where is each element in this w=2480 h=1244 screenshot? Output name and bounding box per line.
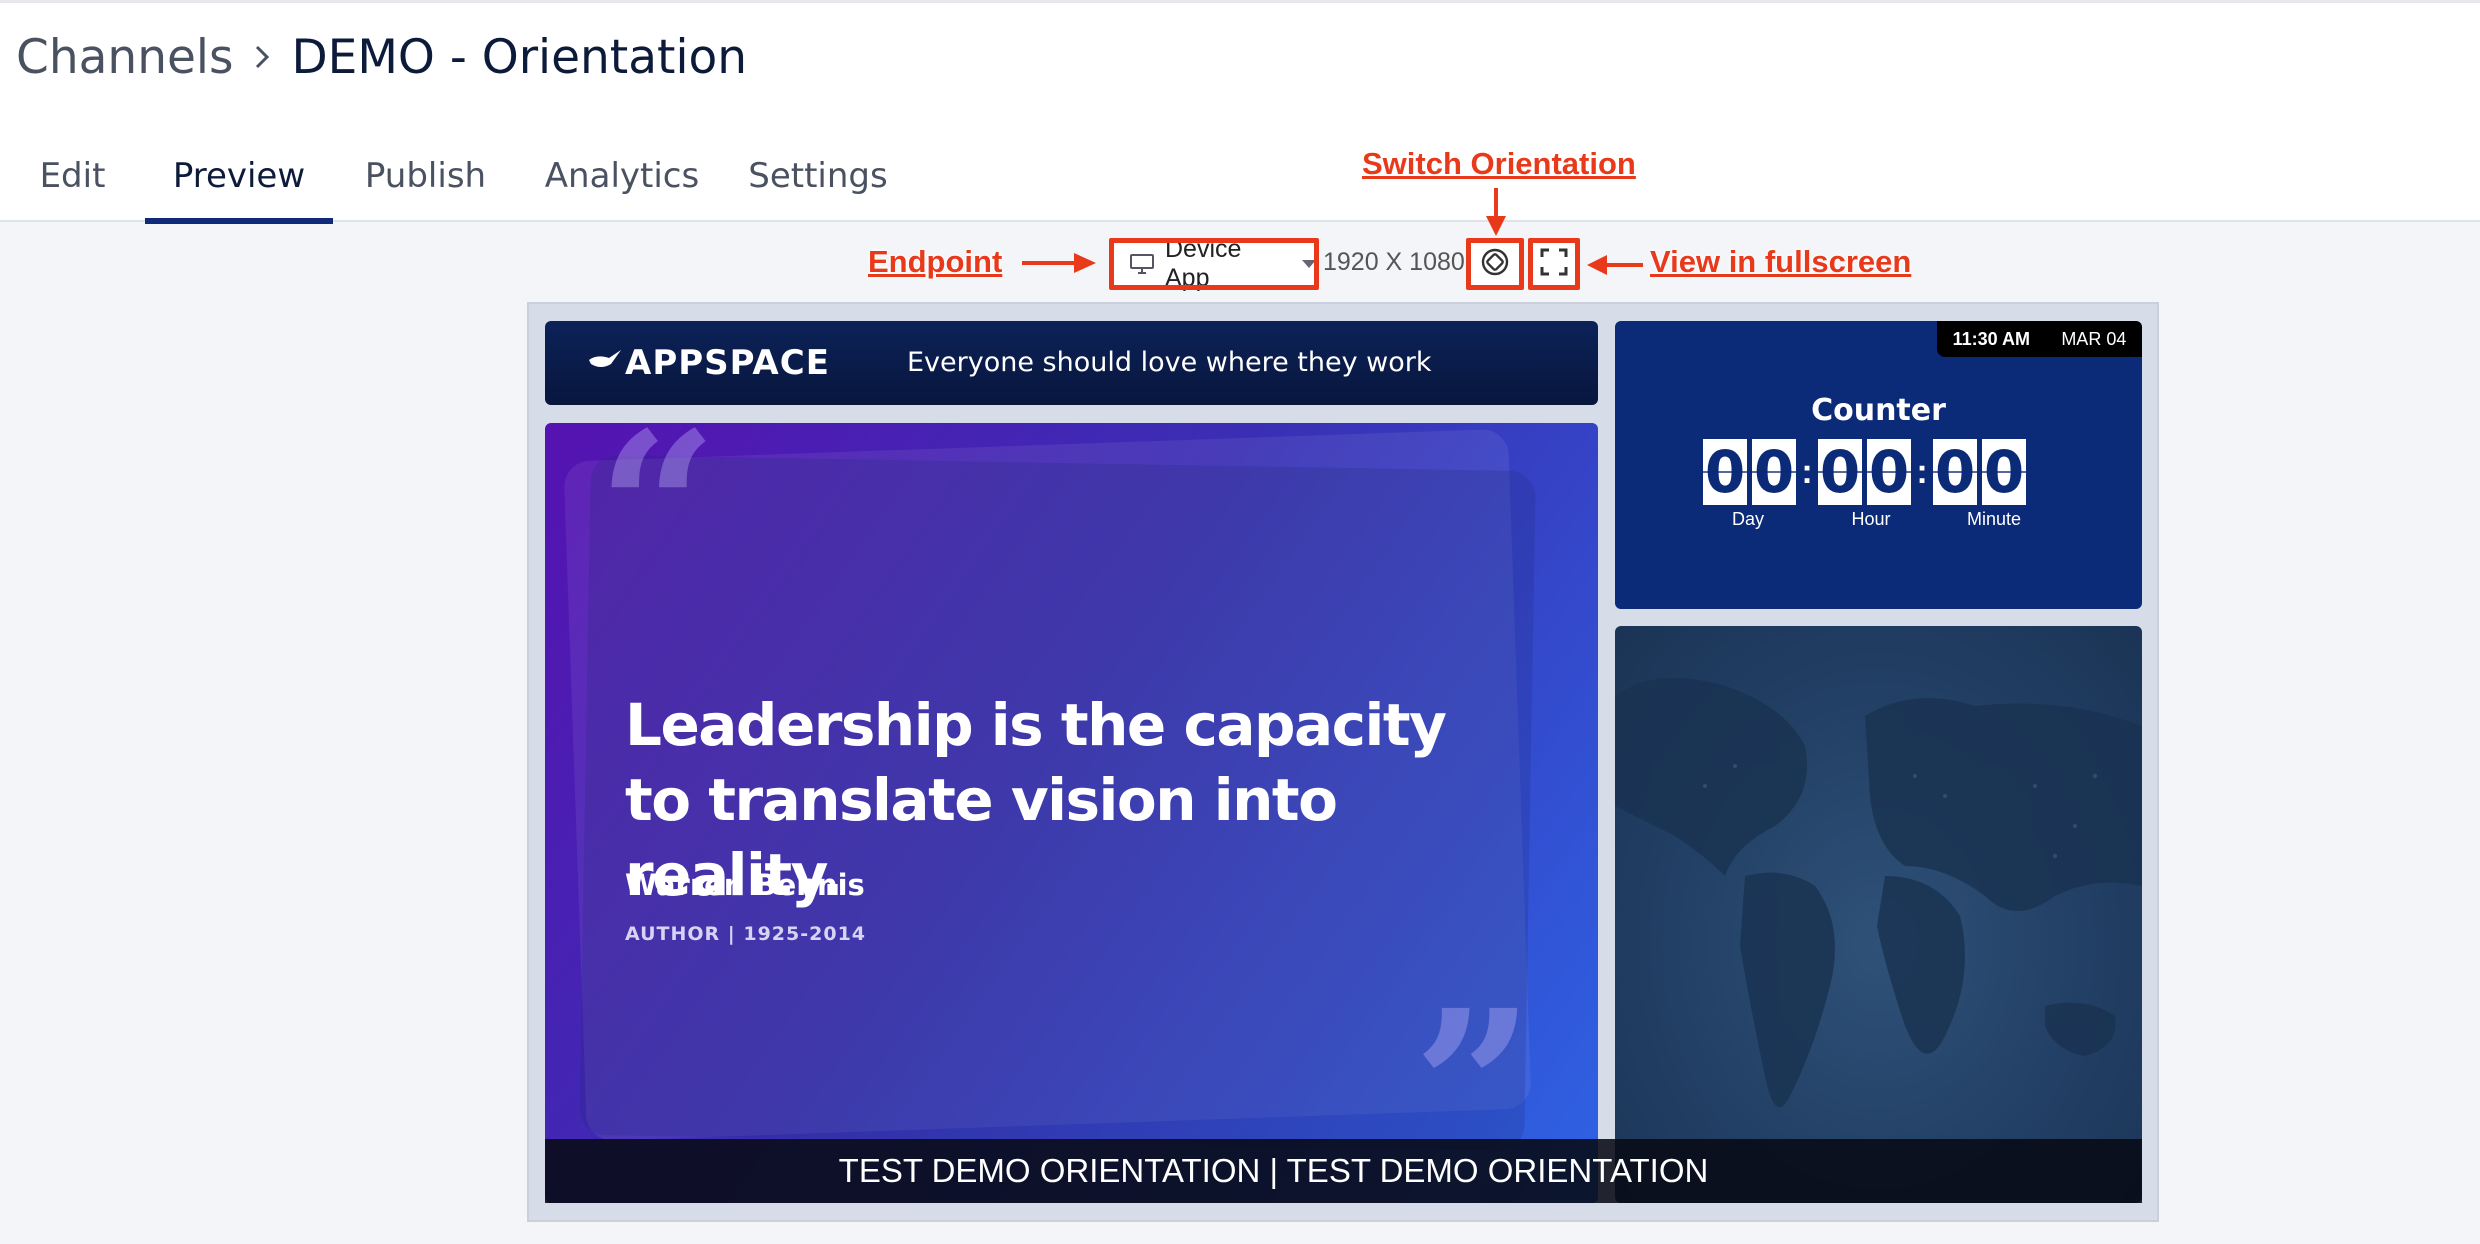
counter-digit: 0 — [1867, 438, 1911, 506]
counter-unit-day: Day — [1731, 509, 1764, 529]
counter-unit-minute: Minute — [1966, 509, 2022, 529]
annotation-arrow-right-icon — [1022, 253, 1096, 273]
top-divider — [0, 0, 2480, 3]
annotation-switch-orientation-label: Switch Orientation — [1362, 146, 1636, 181]
appspace-mark-icon — [589, 350, 621, 367]
counter-digit: 0 — [1933, 438, 1977, 506]
breadcrumb-channels-link[interactable]: Channels — [16, 30, 233, 85]
counter-digit: 0 — [1752, 438, 1796, 506]
page-title: DEMO - Orientation — [291, 29, 748, 85]
annotation-endpoint-label: Endpoint — [868, 244, 1003, 279]
clock-date: MAR 04 — [2061, 328, 2127, 349]
tab-preview[interactable]: Preview — [145, 130, 333, 224]
counter-panel: 11:30 AM MAR 04 Counter 0 0 : 0 0 : 0 0 … — [1615, 321, 2142, 609]
page-header: Channels DEMO - Orientation Edit Preview… — [0, 0, 2480, 224]
quote-author: Warren Bennis — [625, 868, 865, 902]
quote-panel: “ ” Leadership is the capacity to transl… — [545, 423, 1598, 1203]
counter-digits: 0 0 : 0 0 : 0 0 — [1703, 438, 2055, 506]
counter-digit: 0 — [1818, 438, 1862, 506]
counter-digit: 0 — [1982, 438, 2026, 506]
appspace-logo-text: APPSPACE — [625, 343, 830, 383]
open-quote-icon: “ — [597, 423, 718, 633]
breadcrumb: Channels DEMO - Orientation — [16, 22, 747, 92]
annotation-arrow-down-icon — [1486, 188, 1506, 236]
appspace-logo: APPSPACE — [587, 339, 830, 387]
tab-settings[interactable]: Settings — [726, 130, 910, 222]
preview-banner: APPSPACE Everyone should love where they… — [545, 321, 1598, 405]
tab-edit[interactable]: Edit — [0, 130, 145, 222]
counter-separator: : — [1916, 452, 1928, 491]
tab-bar: Edit Preview Publish Analytics Settings — [0, 130, 910, 224]
quote-author-role: AUTHOR | 1925-2014 — [625, 923, 867, 945]
annotation-fullscreen-box — [1528, 238, 1580, 290]
counter-digit: 0 — [1703, 438, 1747, 506]
counter-unit-hour: Hour — [1851, 509, 1891, 529]
counter-separator: : — [1801, 452, 1813, 491]
clock-badge: 11:30 AM MAR 04 — [1937, 321, 2142, 357]
annotation-rotate-box — [1466, 238, 1524, 290]
chevron-right-icon — [233, 37, 291, 77]
counter-title: Counter — [1811, 393, 1946, 428]
annotation-fullscreen-label: View in fullscreen — [1650, 244, 1912, 279]
world-map-panel — [1615, 626, 2142, 1203]
tab-analytics[interactable]: Analytics — [518, 130, 726, 222]
resolution-readout: 1920 X 1080 — [1323, 248, 1465, 276]
news-ticker: TEST DEMO ORIENTATION | TEST DEMO ORIENT… — [545, 1139, 2142, 1203]
annotation-endpoint-box — [1109, 238, 1319, 290]
world-map-icon — [1615, 678, 2142, 1108]
tab-publish[interactable]: Publish — [333, 130, 518, 222]
banner-tagline: Everyone should love where they work — [907, 347, 1432, 378]
clock-time: 11:30 AM — [1952, 328, 2031, 349]
annotation-arrow-left-icon — [1587, 255, 1643, 275]
